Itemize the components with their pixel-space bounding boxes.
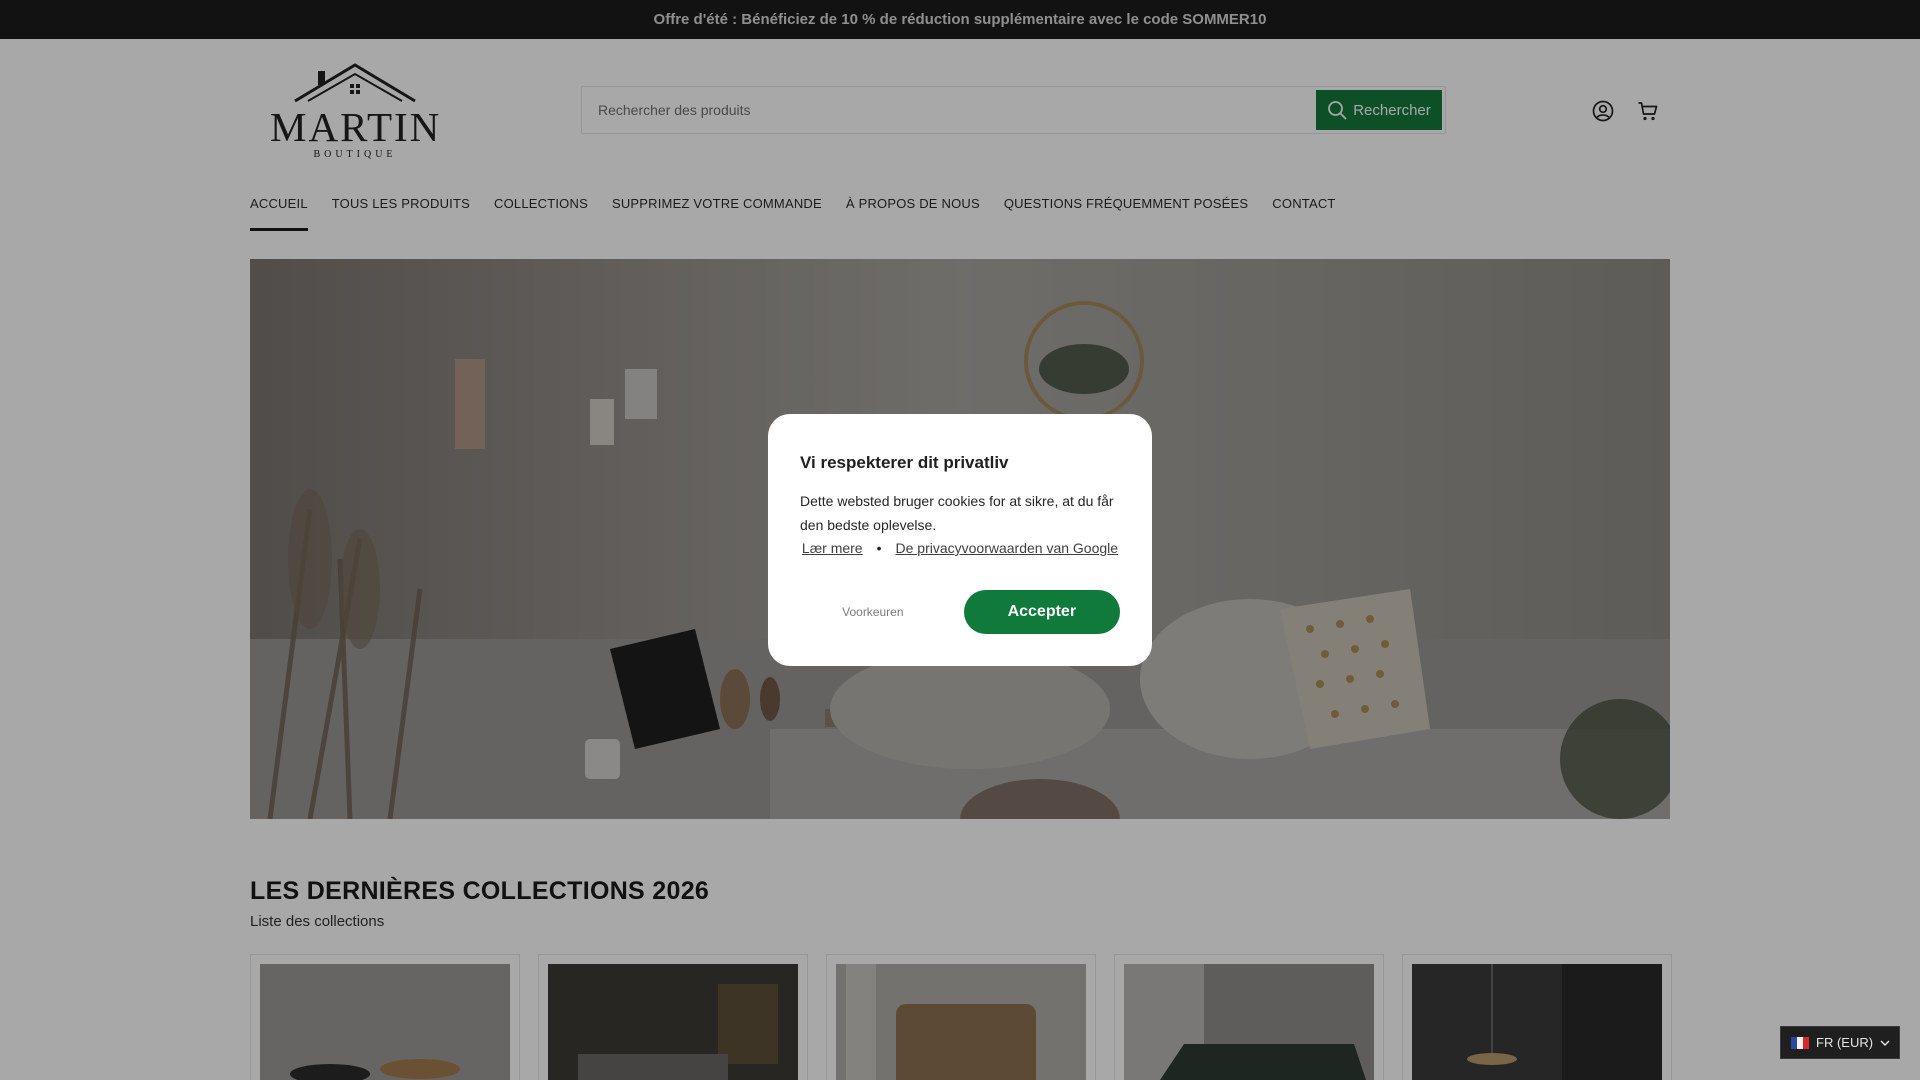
cookie-modal-body: Dette websted bruger cookies for at sikr… [800, 493, 1114, 533]
cookie-modal-title: Vi respekterer dit privatliv [800, 453, 1009, 472]
link-separator: • [876, 540, 882, 556]
learn-more-link[interactable]: Lær mere [802, 540, 863, 556]
cookie-modal-links: Lær mere • De privacyvoorwaarden van Goo… [800, 540, 1120, 556]
currency-label: FR (EUR) [1816, 1035, 1874, 1050]
france-flag-icon [1791, 1036, 1809, 1049]
cookie-consent-modal: Vi respekterer dit privatliv Dette webst… [768, 414, 1152, 666]
accept-button[interactable]: Accepter [963, 590, 1120, 634]
preferences-button[interactable]: Voorkeuren [800, 605, 946, 619]
google-privacy-link[interactable]: De privacyvoorwaarden van Google [896, 540, 1119, 556]
chevron-down-icon [1880, 1040, 1890, 1046]
cookie-modal-actions: Voorkeuren Accepter [800, 590, 1120, 634]
currency-selector[interactable]: FR (EUR) [1780, 1026, 1900, 1059]
